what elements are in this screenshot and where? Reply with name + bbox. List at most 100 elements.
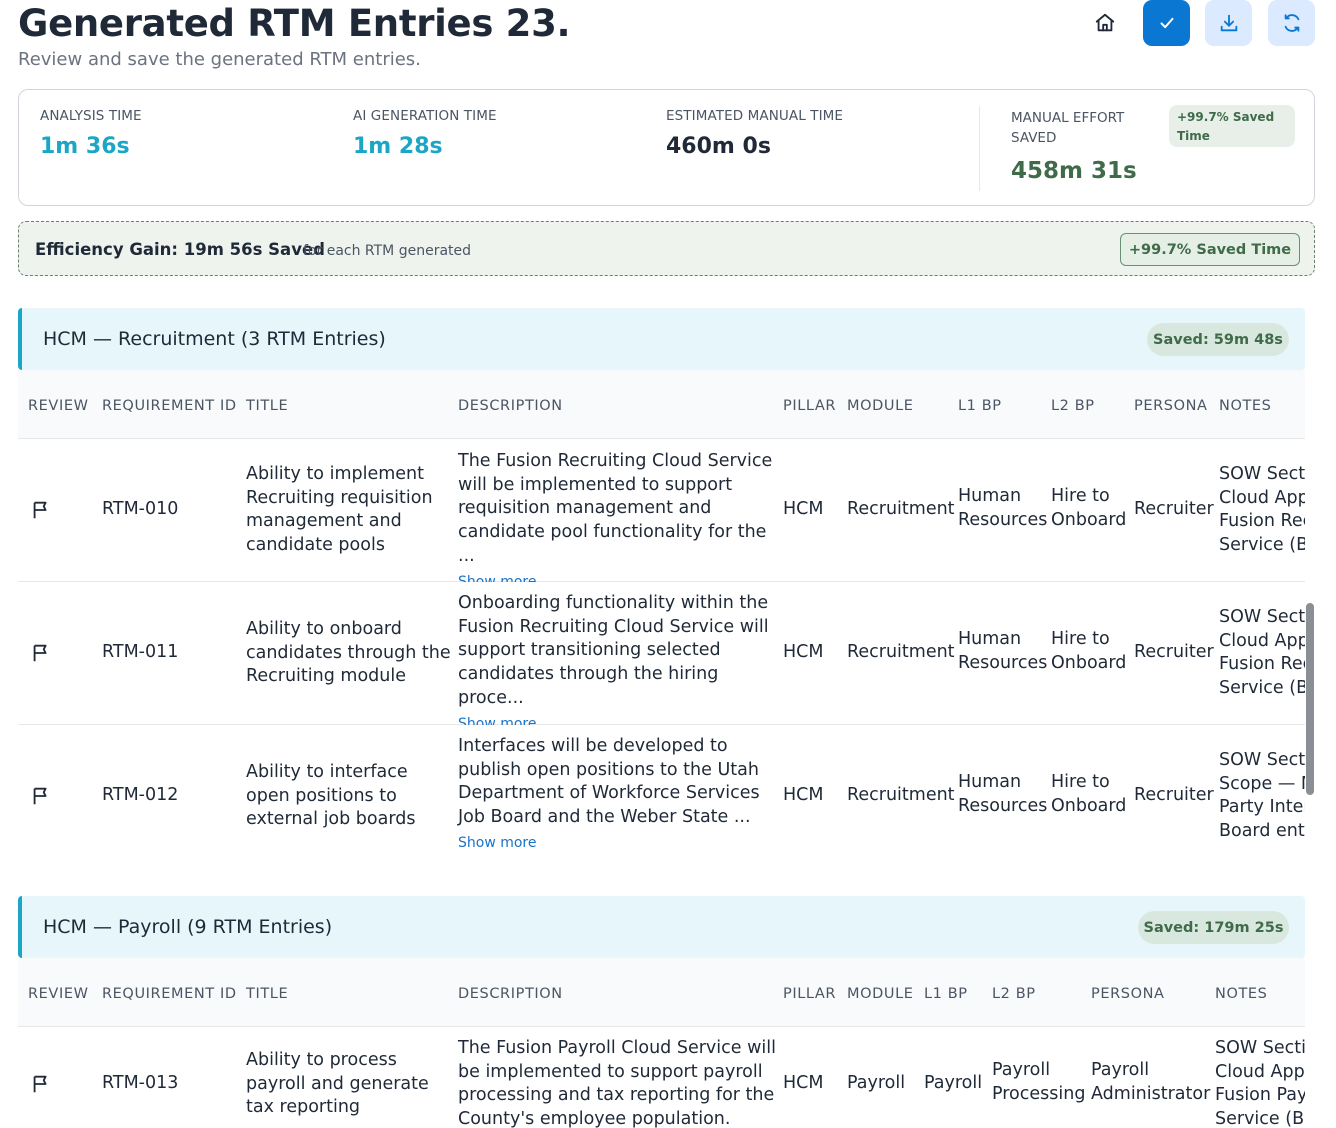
vertical-scrollbar[interactable] xyxy=(1306,603,1314,795)
saved-time-chip-line1: +99.7% Saved xyxy=(1177,110,1275,124)
table-row[interactable]: RTM-013 Ability to process payroll and g… xyxy=(18,1027,1305,1128)
section-header-payroll[interactable]: HCM — Payroll (9 RTM Entries) Saved: 179… xyxy=(18,896,1305,958)
notes: SOW Section Cloud Appl Fusion Recr Servi… xyxy=(1219,463,1305,558)
l2-bp-line: Processing xyxy=(992,1083,1086,1104)
page-header: Generated RTM Entries 23. Review and sav… xyxy=(18,0,1318,80)
efficiency-bar: Efficiency Gain: 19m 56s Saved for each … xyxy=(18,221,1315,276)
column-header-notes[interactable]: NOTES xyxy=(1219,398,1271,414)
table-row[interactable]: RTM-010 Ability to implement Recruiting … xyxy=(18,439,1305,590)
rtm-table-payroll: REVIEW REQUIREMENT ID TITLE DESCRIPTION … xyxy=(18,958,1305,1128)
efficiency-chip: +99.7% Saved Time xyxy=(1120,233,1300,266)
column-header-pillar[interactable]: PILLAR xyxy=(783,986,836,1002)
notes-line: Fusion Recr xyxy=(1219,511,1305,532)
column-header-l1-bp[interactable]: L1 BP xyxy=(924,986,968,1002)
column-header-persona[interactable]: PERSONA xyxy=(1091,986,1165,1002)
column-header-pillar[interactable]: PILLAR xyxy=(783,398,836,414)
persona: Recruiter xyxy=(1134,499,1214,519)
l1-bp: Human Resources xyxy=(958,771,1047,818)
manual-effort-saved-value: 458m 31s xyxy=(1011,158,1137,184)
module: Recruitment xyxy=(847,642,955,662)
l2-bp-line: Hire to xyxy=(1051,629,1110,649)
check-icon xyxy=(1159,17,1174,29)
notes-line: SOW Section xyxy=(1215,1038,1305,1058)
section-saved-chip: Saved: 59m 48s xyxy=(1147,323,1289,356)
flag-icon[interactable] xyxy=(30,785,52,807)
pillar: HCM xyxy=(783,785,824,805)
metrics-card: ANALYSIS TIME 1m 36s AI GENERATION TIME … xyxy=(18,89,1315,206)
l1-bp: Human Resources xyxy=(958,628,1047,675)
section-header-recruitment[interactable]: HCM — Recruitment (3 RTM Entries) Saved:… xyxy=(18,308,1305,370)
notes-line: Service (B8 xyxy=(1219,535,1305,556)
notes-line: Scope — M xyxy=(1219,773,1305,794)
column-header-l1-bp[interactable]: L1 BP xyxy=(958,398,1002,414)
flag-icon[interactable] xyxy=(30,499,52,521)
home-icon xyxy=(1095,13,1114,32)
column-header-description[interactable]: DESCRIPTION xyxy=(458,398,563,414)
column-header-title[interactable]: TITLE xyxy=(246,398,288,414)
approve-button[interactable] xyxy=(1143,0,1190,46)
ai-generation-time-value: 1m 28s xyxy=(353,134,443,159)
column-header-title[interactable]: TITLE xyxy=(246,986,288,1002)
column-header-l2-bp[interactable]: L2 BP xyxy=(992,986,1036,1002)
flag-icon[interactable] xyxy=(30,642,52,664)
column-header-module[interactable]: MODULE xyxy=(847,986,914,1002)
requirement-description: The Fusion Recruiting Cloud Service will… xyxy=(458,450,776,591)
description-text: Interfaces will be developed to publish … xyxy=(458,736,760,828)
description-text: Onboarding functionality within the Fusi… xyxy=(458,593,769,708)
column-header-review[interactable]: REVIEW xyxy=(28,398,89,414)
l2-bp-line: Onboard xyxy=(1051,509,1127,530)
l1-bp-line: Human xyxy=(958,772,1022,792)
notes-line: Cloud Appl xyxy=(1215,1061,1305,1082)
column-header-description[interactable]: DESCRIPTION xyxy=(458,986,563,1002)
notes-line: SOW Section xyxy=(1219,750,1305,770)
requirement-id: RTM-011 xyxy=(102,642,179,662)
l2-bp: Payroll Processing xyxy=(992,1059,1085,1106)
l2-bp-line: Payroll xyxy=(992,1060,1051,1080)
table-row[interactable]: RTM-012 Ability to interface open positi… xyxy=(18,725,1305,868)
l1-bp-line: Resources xyxy=(958,795,1048,816)
column-header-module[interactable]: MODULE xyxy=(847,398,914,414)
l2-bp: Hire to Onboard xyxy=(1051,628,1126,675)
column-header-review[interactable]: REVIEW xyxy=(28,986,89,1002)
notes-line: Service (B8 xyxy=(1215,1109,1305,1128)
requirement-title: Ability to implement Recruiting requisit… xyxy=(246,464,433,556)
column-header-notes[interactable]: NOTES xyxy=(1215,986,1267,1002)
column-header-l2-bp[interactable]: L2 BP xyxy=(1051,398,1095,414)
notes-line: SOW Section xyxy=(1219,464,1305,484)
pillar: HCM xyxy=(783,642,824,662)
l1-bp: Human Resources xyxy=(958,485,1047,532)
module: Recruitment xyxy=(847,499,955,519)
refresh-button[interactable] xyxy=(1268,0,1315,46)
show-more-link[interactable]: Show more xyxy=(458,834,776,852)
pillar: HCM xyxy=(783,499,824,519)
persona: Payroll Administrator xyxy=(1091,1059,1210,1106)
table-row[interactable]: RTM-011 Ability to onboard candidates th… xyxy=(18,582,1305,732)
requirement-title: Ability to onboard candidates through th… xyxy=(246,619,451,687)
manual-effort-saved-label-line1: MANUAL EFFORT xyxy=(1011,110,1125,126)
module: Payroll xyxy=(847,1073,906,1093)
module: Recruitment xyxy=(847,785,955,805)
notes-line: Party Inter xyxy=(1219,797,1305,818)
column-header-requirement-id[interactable]: REQUIREMENT ID xyxy=(102,986,237,1002)
requirement-title: Ability to process payroll and generate … xyxy=(246,1050,429,1118)
home-button[interactable] xyxy=(1081,0,1128,46)
requirement-description: Interfaces will be developed to publish … xyxy=(458,735,776,852)
column-header-persona[interactable]: PERSONA xyxy=(1134,398,1208,414)
section-title: HCM — Payroll (9 RTM Entries) xyxy=(43,916,333,938)
l2-bp-line: Hire to xyxy=(1051,486,1110,506)
column-header-requirement-id[interactable]: REQUIREMENT ID xyxy=(102,398,237,414)
refresh-icon xyxy=(1284,14,1299,32)
download-button[interactable] xyxy=(1205,0,1252,46)
notes-line: Fusion Recr xyxy=(1219,654,1305,675)
requirement-id: RTM-013 xyxy=(102,1073,179,1093)
section-saved-chip: Saved: 179m 25s xyxy=(1138,911,1289,944)
analysis-time-value: 1m 36s xyxy=(40,134,130,159)
flag-icon[interactable] xyxy=(30,1073,52,1095)
l2-bp: Hire to Onboard xyxy=(1051,771,1126,818)
manual-effort-saved-label: MANUAL EFFORT SAVED xyxy=(1011,108,1124,148)
table-header: REVIEW REQUIREMENT ID TITLE DESCRIPTION … xyxy=(18,370,1305,439)
l2-bp-line: Onboard xyxy=(1051,795,1127,816)
l1-bp-line: Resources xyxy=(958,652,1048,673)
l1-bp-line: Human xyxy=(958,486,1022,506)
notes: SOW Section Cloud Appl Fusion Payr Servi… xyxy=(1215,1037,1305,1128)
